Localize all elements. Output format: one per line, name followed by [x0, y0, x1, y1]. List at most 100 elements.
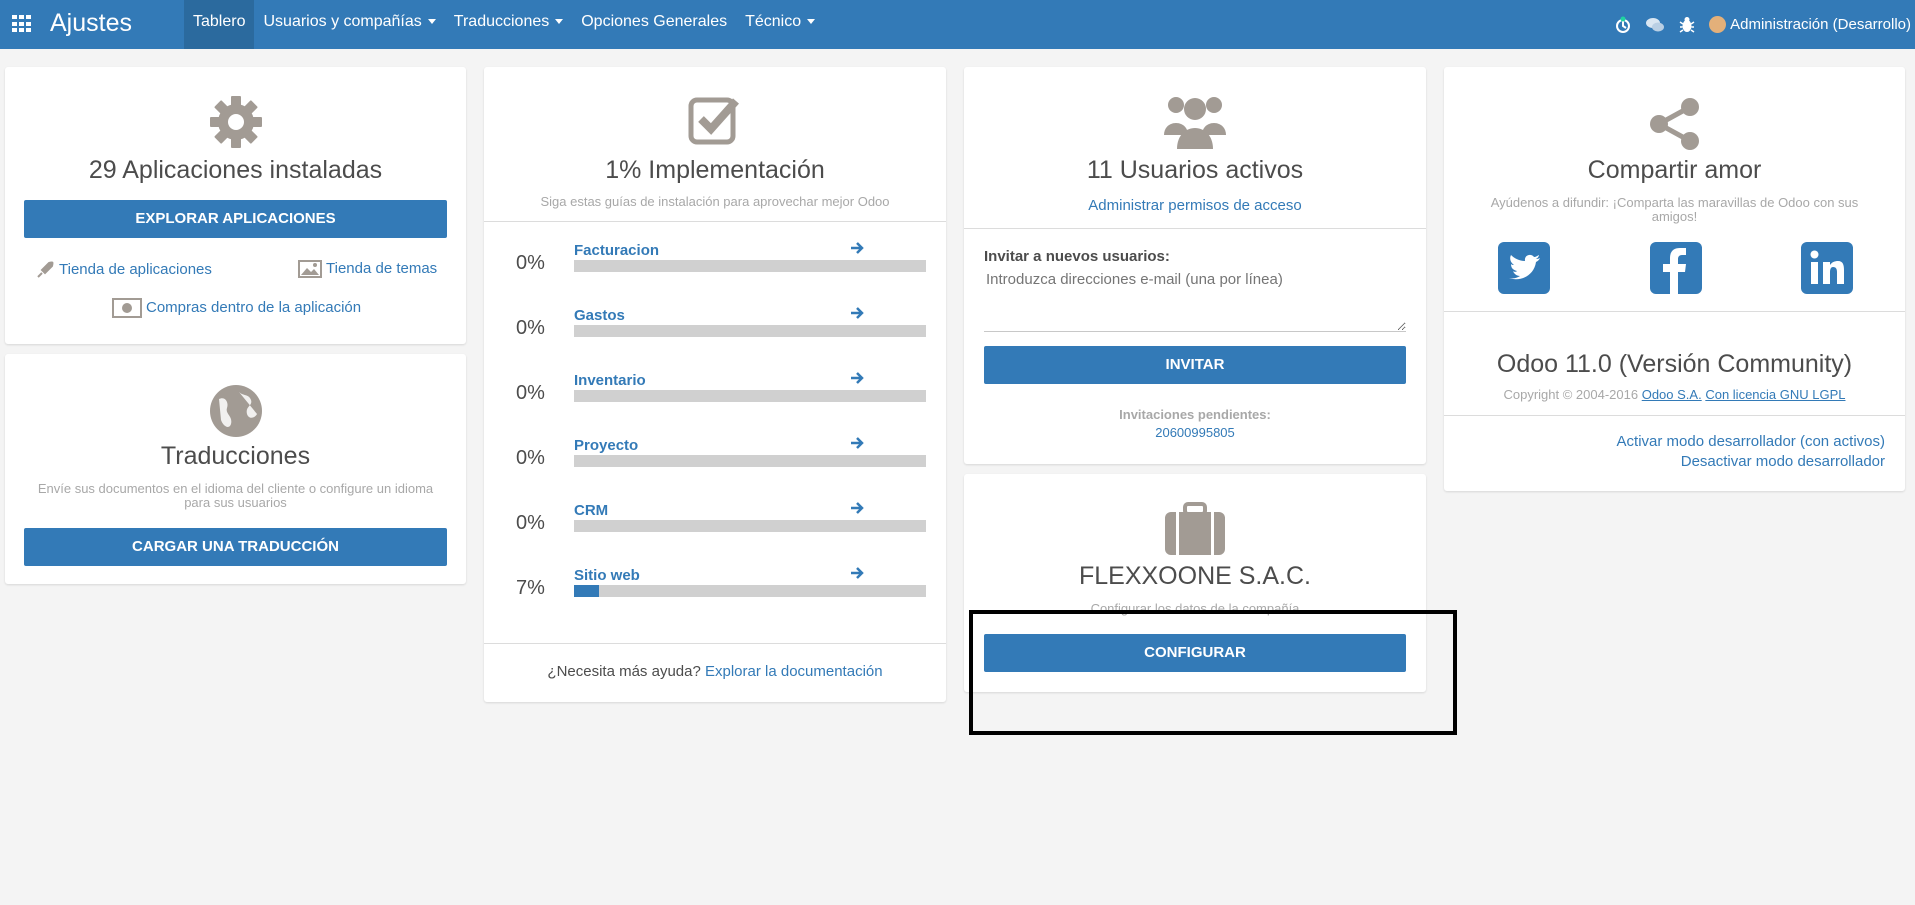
arrow-right-icon[interactable] [850, 436, 864, 450]
arrow-right-icon[interactable] [850, 241, 864, 255]
active-users-title: 11 Usuarios activos [1086, 156, 1304, 184]
progress-bar [574, 390, 926, 402]
company-name: FLEXXOONE S.A.C. [1078, 562, 1311, 590]
top-navbar: Ajustes Tablero Usuarios y compañías Tra… [0, 0, 1915, 49]
menu-opciones-generales[interactable]: Opciones Generales [572, 0, 736, 49]
facebook-icon[interactable] [1650, 242, 1702, 299]
progress-bar [574, 520, 926, 532]
arrow-right-icon[interactable] [850, 566, 864, 580]
divider [484, 643, 946, 644]
progress-bar [574, 325, 926, 337]
highlight-rectangle [969, 610, 1457, 735]
rocket-icon [37, 261, 54, 278]
manage-access-link[interactable]: Administrar permisos de acceso [964, 197, 1426, 214]
menu-usuarios[interactable]: Usuarios y compañías [254, 0, 444, 49]
license-link[interactable]: Con licencia GNU LGPL [1705, 387, 1845, 402]
version-title: Odoo 11.0 (Versión Community) [1496, 350, 1853, 378]
users-panel: 11 Usuarios activos Administrar permisos… [964, 67, 1426, 464]
impl-row-facturacion[interactable]: 0% Facturacion [484, 240, 946, 280]
divider [1444, 311, 1905, 312]
impl-pct: 7% [516, 577, 545, 599]
implementation-panel: 1% Implementación Siga estas guías de in… [484, 67, 946, 702]
themes-store-link[interactable]: Tienda de temas [298, 260, 438, 279]
arrow-right-icon[interactable] [850, 501, 864, 515]
linkedin-icon[interactable] [1801, 242, 1853, 299]
help-footer: ¿Necesita más ayuda? Explorar la documen… [484, 663, 946, 680]
globe-icon [5, 384, 466, 443]
pending-invitation-item[interactable]: 20600995805 [964, 425, 1426, 440]
implementation-title: 1% Implementación [605, 156, 825, 184]
invite-emails-input[interactable] [984, 267, 1406, 332]
in-app-purchases-label: Compras dentro de la aplicación [146, 298, 362, 316]
help-text: ¿Necesita más ayuda? [547, 663, 701, 680]
apps-panel: 29 Aplicaciones instaladas EXPLORAR APLI… [5, 67, 466, 344]
invite-button[interactable]: INVITAR [984, 346, 1406, 384]
in-app-purchases-link[interactable]: Compras dentro de la aplicación [112, 298, 361, 318]
impl-row-crm[interactable]: 0% CRM [484, 500, 946, 540]
progress-bar [574, 585, 926, 597]
arrow-right-icon[interactable] [850, 371, 864, 385]
translations-title: Traducciones [160, 442, 311, 470]
impl-row-inventario[interactable]: 0% Inventario [484, 370, 946, 410]
impl-name[interactable]: Sitio web [574, 567, 640, 584]
explore-apps-button[interactable]: EXPLORAR APLICACIONES [24, 200, 447, 238]
menu-traducciones[interactable]: Traducciones [445, 0, 572, 49]
share-title: Compartir amor [1587, 156, 1762, 184]
checkbox-icon [484, 95, 946, 150]
share-description: Ayúdenos a difundir: ¡Comparta las marav… [1490, 195, 1859, 224]
impl-pct: 0% [516, 317, 545, 339]
impl-row-gastos[interactable]: 0% Gastos [484, 305, 946, 345]
deactivate-dev-link[interactable]: Desactivar modo desarrollador [1681, 453, 1885, 470]
image-icon [298, 260, 322, 279]
impl-name[interactable]: Inventario [574, 372, 646, 389]
pending-invitations-label: Invitaciones pendientes: [1119, 407, 1271, 422]
impl-name[interactable]: CRM [574, 502, 608, 519]
impl-name[interactable]: Proyecto [574, 437, 638, 454]
avatar [1709, 16, 1727, 33]
user-menu[interactable]: Administración (Desarrollo) [1709, 16, 1911, 33]
users-icon [964, 91, 1426, 156]
apps-icon[interactable] [12, 15, 32, 33]
copyright-text: Copyright © 2004-2016 [1503, 387, 1639, 402]
user-name: Administración (Desarrollo) [1730, 16, 1911, 33]
divider [1444, 415, 1905, 416]
themes-store-label: Tienda de temas [326, 260, 438, 277]
progress-bar [574, 455, 926, 467]
activate-dev-assets-link[interactable]: Activar modo desarrollador (con activos) [1617, 433, 1885, 450]
documentation-link[interactable]: Explorar la documentación [705, 663, 883, 680]
copyright-line: Copyright © 2004-2016 Odoo S.A. Con lice… [1444, 387, 1905, 402]
app-title: Ajustes [50, 9, 132, 37]
impl-row-sitio-web[interactable]: 7% Sitio web [484, 565, 946, 605]
impl-name[interactable]: Gastos [574, 307, 625, 324]
menu-usuarios-label: Usuarios y compañías [263, 13, 422, 30]
impl-pct: 0% [516, 447, 545, 469]
activity-icon[interactable] [1612, 14, 1634, 36]
navbar-right: Administración (Desarrollo) [1607, 0, 1915, 49]
impl-pct: 0% [516, 512, 545, 534]
apps-count-title: 29 Aplicaciones instaladas [88, 156, 383, 184]
translations-panel: Traducciones Envíe sus documentos en el … [5, 354, 466, 584]
odoo-sa-link[interactable]: Odoo S.A. [1642, 387, 1702, 402]
divider [484, 221, 946, 222]
bug-icon[interactable] [1676, 14, 1698, 36]
impl-name[interactable]: Facturacion [574, 242, 659, 259]
app-store-link[interactable]: Tienda de aplicaciones [35, 260, 212, 280]
menu-traducciones-label: Traducciones [453, 13, 550, 30]
impl-pct: 0% [516, 252, 545, 274]
menu-tecnico[interactable]: Técnico [736, 0, 824, 49]
invite-label: Invitar a nuevos usuarios: [984, 248, 1170, 265]
money-icon [112, 298, 142, 318]
share-panel: Compartir amor Ayúdenos a difundir: ¡Com… [1444, 67, 1905, 491]
impl-pct: 0% [516, 382, 545, 404]
progress-bar [574, 260, 926, 272]
menu-tablero[interactable]: Tablero [184, 0, 255, 49]
impl-row-proyecto[interactable]: 0% Proyecto [484, 435, 946, 475]
briefcase-icon [964, 502, 1426, 561]
load-translation-button[interactable]: CARGAR UNA TRADUCCIÓN [24, 528, 447, 566]
twitter-icon[interactable] [1498, 242, 1550, 299]
chat-icon[interactable] [1644, 14, 1666, 36]
caret-down-icon [555, 19, 564, 25]
caret-down-icon [427, 19, 436, 25]
arrow-right-icon[interactable] [850, 306, 864, 320]
gear-icon [5, 95, 466, 154]
